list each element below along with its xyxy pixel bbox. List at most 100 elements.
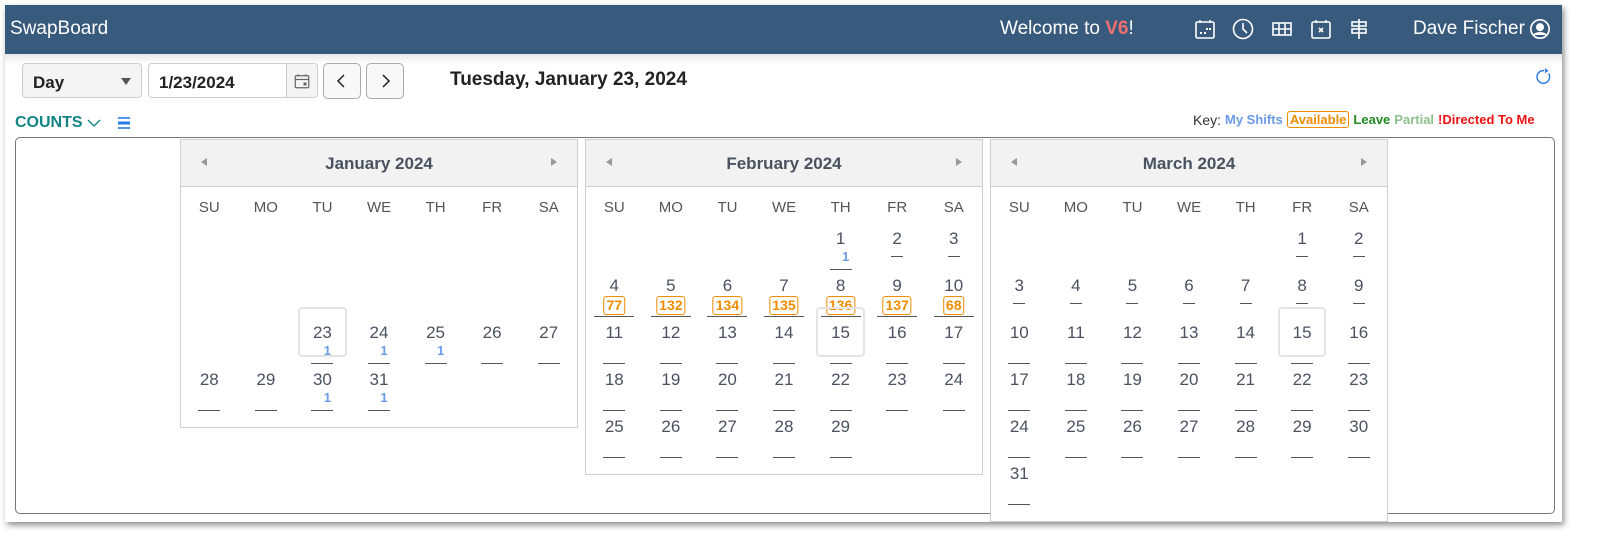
view-select[interactable]: Day — [22, 63, 142, 98]
day-cell[interactable]: 19 — [1104, 368, 1161, 415]
day-cell[interactable]: 23 — [1330, 368, 1387, 415]
day-cell[interactable]: 26 — [464, 321, 521, 368]
day-cell[interactable]: 24 — [991, 415, 1048, 462]
date-input[interactable]: 1/23/2024 — [148, 63, 318, 98]
signpost-icon[interactable] — [1347, 17, 1371, 41]
available-count-badge[interactable]: 137 — [882, 296, 912, 315]
date-picker-button[interactable] — [286, 64, 317, 97]
day-cell[interactable]: 16 — [869, 321, 926, 368]
counts-toggle[interactable]: COUNTS — [15, 114, 101, 132]
day-cell[interactable]: 17 — [925, 321, 982, 368]
day-cell[interactable]: 7 — [1217, 274, 1274, 321]
day-cell[interactable]: 27 — [1161, 415, 1218, 462]
day-cell[interactable]: 14 — [756, 321, 813, 368]
available-count-badge[interactable]: 77 — [603, 296, 626, 315]
day-cell[interactable]: 22 — [812, 368, 869, 415]
day-cell[interactable]: 12 — [643, 321, 700, 368]
next-month-icon[interactable] — [956, 158, 962, 166]
available-count-badge[interactable]: 132 — [656, 296, 686, 315]
calendar-x-icon[interactable] — [1309, 17, 1333, 41]
day-cell[interactable]: 15 — [1274, 307, 1331, 368]
day-cell[interactable]: 25 1 — [407, 321, 464, 368]
day-cell[interactable]: 28 — [756, 415, 813, 462]
my-shift-count[interactable]: 1 — [294, 343, 351, 358]
my-shift-count[interactable]: 1 — [407, 343, 464, 358]
day-cell[interactable]: 23 — [869, 368, 926, 415]
day-cell[interactable]: 16 — [1330, 321, 1387, 368]
day-cell[interactable]: 4 — [1048, 274, 1105, 321]
day-cell[interactable]: 14 — [1217, 321, 1274, 368]
next-day-button[interactable] — [366, 63, 404, 99]
day-cell[interactable]: 18 — [586, 368, 643, 415]
day-cell[interactable]: 9 — [1330, 274, 1387, 321]
day-cell[interactable]: 25 — [1048, 415, 1105, 462]
day-cell[interactable]: 21 — [1217, 368, 1274, 415]
day-cell[interactable]: 2 — [869, 227, 926, 274]
day-cell[interactable]: 3 — [991, 274, 1048, 321]
day-number: 28 — [199, 370, 219, 389]
day-cell[interactable]: 12 — [1104, 321, 1161, 368]
day-cell[interactable]: 6 134 — [699, 274, 756, 321]
day-cell[interactable]: 21 — [756, 368, 813, 415]
day-cell[interactable]: 23 1 — [294, 307, 351, 368]
day-cell[interactable]: 2 — [1330, 227, 1387, 274]
day-cell[interactable]: 10 — [991, 321, 1048, 368]
day-cell[interactable]: 27 — [699, 415, 756, 462]
day-cell[interactable]: 26 — [643, 415, 700, 462]
brand-logo[interactable]: SwapBoard — [10, 18, 108, 40]
day-cell[interactable]: 11 — [1048, 321, 1105, 368]
clock-icon[interactable] — [1231, 17, 1255, 41]
day-cell[interactable]: 13 — [1161, 321, 1218, 368]
day-cell[interactable]: 26 — [1104, 415, 1161, 462]
day-cell[interactable]: 20 — [699, 368, 756, 415]
list-icon[interactable] — [117, 115, 131, 131]
day-cell[interactable]: 24 — [925, 368, 982, 415]
available-count-badge[interactable]: 134 — [712, 296, 743, 315]
next-month-icon[interactable] — [1361, 158, 1367, 166]
grid-icon[interactable] — [1270, 17, 1294, 41]
day-cell[interactable]: 15 — [812, 307, 869, 368]
day-cell[interactable]: 25 — [586, 415, 643, 462]
day-cell[interactable]: 18 — [1048, 368, 1105, 415]
day-cell[interactable]: 20 — [1161, 368, 1218, 415]
my-shift-count[interactable]: 1 — [294, 390, 351, 405]
day-cell[interactable]: 6 — [1161, 274, 1218, 321]
day-cell[interactable]: 5 132 — [643, 274, 700, 321]
day-cell[interactable]: 29 — [238, 368, 295, 415]
day-cell[interactable]: 3 — [925, 227, 982, 274]
day-cell[interactable]: 27 — [520, 321, 577, 368]
day-cell[interactable]: 19 — [643, 368, 700, 415]
empty-day-cell — [1048, 227, 1105, 274]
day-cell[interactable]: 31 1 — [351, 368, 408, 415]
my-shift-count[interactable]: 1 — [351, 390, 408, 405]
available-count-badge[interactable]: 68 — [942, 296, 965, 315]
refresh-icon[interactable] — [1535, 68, 1553, 86]
day-number: 3 — [948, 229, 959, 248]
day-cell[interactable]: 29 — [1274, 415, 1331, 462]
day-cell[interactable]: 7 135 — [756, 274, 813, 321]
day-cell[interactable]: 28 — [1217, 415, 1274, 462]
day-cell[interactable]: 28 — [181, 368, 238, 415]
day-cell[interactable]: 30 1 — [294, 368, 351, 415]
day-cell[interactable]: 9 137 — [869, 274, 926, 321]
day-cell[interactable]: 5 — [1104, 274, 1161, 321]
calendar-dots-icon[interactable] — [1193, 17, 1217, 41]
day-cell[interactable]: 11 — [586, 321, 643, 368]
day-cell[interactable]: 13 — [699, 321, 756, 368]
day-cell[interactable]: 24 1 — [351, 321, 408, 368]
day-cell[interactable]: 29 — [812, 415, 869, 462]
day-cell[interactable]: 11 — [812, 227, 869, 274]
prev-day-button[interactable] — [323, 63, 361, 99]
next-month-icon[interactable] — [551, 158, 557, 166]
user-menu[interactable]: Dave Fischer — [1413, 18, 1551, 40]
my-shift-count[interactable]: 1 — [351, 343, 408, 358]
day-cell[interactable]: 4 77 — [586, 274, 643, 321]
available-count-badge[interactable]: 135 — [769, 296, 799, 315]
day-cell[interactable]: 30 — [1330, 415, 1387, 462]
day-cell[interactable]: 31 — [991, 462, 1048, 509]
day-cell[interactable]: 17 — [991, 368, 1048, 415]
day-cell[interactable]: 10 68 — [925, 274, 982, 321]
day-cell[interactable]: 1 — [1274, 227, 1331, 274]
my-shift-count[interactable]: 1 — [812, 249, 869, 264]
day-cell[interactable]: 22 — [1274, 368, 1331, 415]
